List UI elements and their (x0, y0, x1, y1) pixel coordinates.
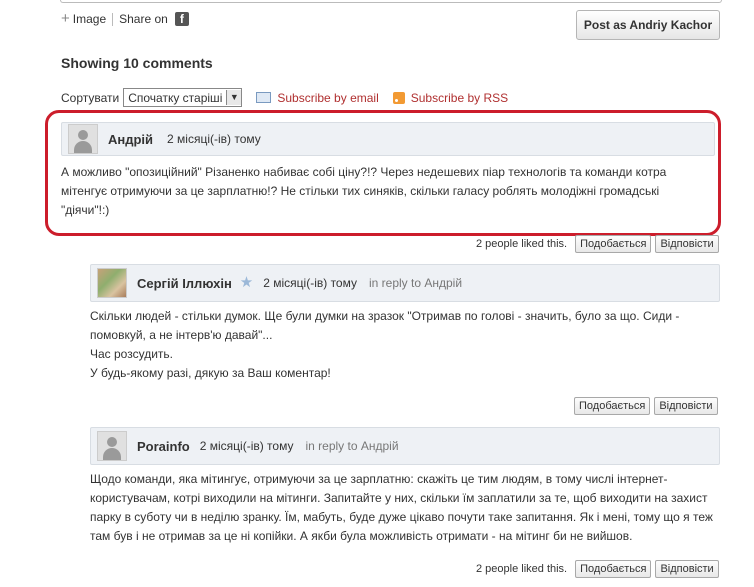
highlight-annotation (45, 110, 721, 236)
comment-actions: 2 people liked this. Подобається Відпові… (476, 560, 719, 578)
subscribe-rss-label[interactable]: Subscribe by RSS (411, 91, 508, 105)
likes-count[interactable]: 2 people liked this. (476, 238, 567, 250)
like-button[interactable]: Подобається (575, 235, 652, 253)
comment-actions: Подобається Відповісти (570, 397, 718, 415)
like-button[interactable]: Подобається (574, 397, 651, 415)
facebook-icon[interactable]: f (174, 12, 189, 26)
sort-label: Сортувати (61, 90, 120, 105)
comment-actions: 2 people liked this. Подобається Відпові… (476, 235, 719, 253)
comment-body: Скільки людей - стільки думок. Ще були д… (90, 307, 730, 383)
comment-line: Скільки людей - стільки думок. Ще були д… (90, 309, 680, 323)
add-image-link[interactable]: Image (73, 12, 106, 26)
in-reply-to-prefix: in reply to (305, 439, 358, 453)
comments-count-title: Showing 10 comments (61, 55, 213, 71)
likes-count[interactable]: 2 people liked this. (476, 563, 567, 575)
comment-line: парку в суботу чи в неділю зранку. Їм, м… (90, 510, 713, 524)
sort-select-value: Спочатку старіші (128, 90, 223, 105)
in-reply-to: in reply to Андрій (305, 439, 398, 453)
envelope-icon (256, 92, 272, 103)
comment-line: там був і не отримав за це ні копійки. А… (90, 529, 633, 543)
in-reply-to-prefix: in reply to (369, 276, 422, 290)
comment-author[interactable]: Porainfo (137, 439, 190, 454)
post-button[interactable]: Post as Andriy Kachor (576, 10, 720, 40)
subscribe-rss-link[interactable]: Subscribe by RSS (392, 91, 508, 105)
comment-line: У будь-якому разі, дякую за Ваш коментар… (90, 366, 331, 380)
like-button[interactable]: Подобається (575, 560, 652, 578)
plus-icon[interactable]: + (61, 11, 70, 26)
share-on-label: Share on (119, 12, 168, 26)
in-reply-to: in reply to Андрій (369, 276, 462, 290)
comment-timestamp[interactable]: 2 місяці(-ів) тому (263, 276, 357, 290)
star-icon: ★ (239, 274, 254, 291)
reply-button[interactable]: Відповісти (654, 397, 718, 415)
comment-header: Сергій Іллюхін ★ 2 місяці(-ів) тому in r… (90, 264, 720, 302)
comment-line: Щодо команди, яка мітингує, отримуючи за… (90, 472, 668, 486)
comment-author[interactable]: Сергій Іллюхін (137, 276, 232, 291)
comment-line: користувачам, котрі виходили на мітинги.… (90, 491, 708, 505)
reply-button[interactable]: Відповісти (655, 560, 719, 578)
rss-icon (392, 91, 405, 104)
chevron-down-icon[interactable]: ▼ (226, 90, 242, 105)
reply-button[interactable]: Відповісти (655, 235, 719, 253)
subscribe-email-link[interactable]: Subscribe by email (256, 91, 379, 105)
comment-timestamp[interactable]: 2 місяці(-ів) тому (200, 439, 294, 453)
avatar[interactable] (97, 431, 127, 461)
in-reply-to-link[interactable]: Андрій (424, 276, 462, 290)
comment-line: помовкуй, а не інтерв'ю давай"... (90, 328, 273, 342)
composer-attach-row: + Image Share on f (61, 11, 189, 26)
divider (112, 12, 114, 26)
avatar[interactable] (97, 268, 127, 298)
in-reply-to-link[interactable]: Андрій (361, 439, 399, 453)
comment-composer-box[interactable] (60, 0, 722, 3)
sort-row: Сортувати Спочатку старіші ▼ Subscribe b… (61, 88, 508, 107)
comment-body: Щодо команди, яка мітингує, отримуючи за… (90, 470, 740, 546)
comment-header: Porainfo 2 місяці(-ів) тому in reply to … (90, 427, 720, 465)
comment-line: Час розсудить. (90, 347, 173, 361)
sort-select[interactable]: Спочатку старіші ▼ (123, 88, 243, 107)
subscribe-email-label[interactable]: Subscribe by email (277, 91, 378, 105)
